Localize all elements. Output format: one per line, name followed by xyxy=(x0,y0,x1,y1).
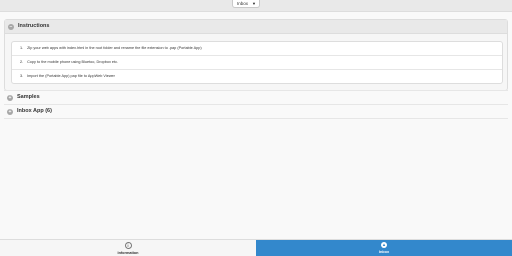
step-text: Copy to the mobile phone using Bluetoo, … xyxy=(27,60,119,64)
instructions-header[interactable]: − Instructions xyxy=(5,20,507,34)
step-number: 1. xyxy=(20,46,24,50)
step-text: Zip your web apps with index.html in the… xyxy=(27,46,202,50)
nav-information-label: Information xyxy=(117,251,139,255)
inbox-app-title: Inbox App (6) xyxy=(17,108,52,114)
instructions-title: Instructions xyxy=(18,23,50,29)
step-number: 3. xyxy=(20,74,24,78)
list-item: 3. Import the (Portable App) pap file to… xyxy=(12,70,502,83)
step-text: Import the (Portable App) pap file to Ap… xyxy=(27,74,115,78)
samples-section: + Samples xyxy=(4,90,508,104)
info-icon: i xyxy=(124,242,132,249)
nav-information-tab[interactable]: i Information xyxy=(0,240,256,256)
list-item: 1. Zip your web apps with index.html in … xyxy=(12,42,502,56)
top-bar: Inbox ▼ xyxy=(0,0,512,12)
chevron-down-icon: ▼ xyxy=(252,1,256,6)
instructions-section: − Instructions 1. Zip your web apps with… xyxy=(4,19,508,91)
step-number: 2. xyxy=(20,60,24,64)
samples-title: Samples xyxy=(17,94,40,100)
inbox-icon: ▴ xyxy=(381,242,387,248)
view-select[interactable]: Inbox ▼ xyxy=(232,0,260,8)
expand-plus-icon: + xyxy=(7,108,13,115)
instructions-list: 1. Zip your web apps with index.html in … xyxy=(11,41,503,84)
inbox-app-section: + Inbox App (6) xyxy=(4,104,508,119)
nav-inbox-tab[interactable]: ▴ Inbox xyxy=(256,240,512,256)
inbox-app-header[interactable]: + Inbox App (6) xyxy=(4,105,508,118)
nav-inbox-label: Inbox xyxy=(378,250,390,254)
view-select-value: Inbox xyxy=(237,1,249,6)
expand-plus-icon: + xyxy=(7,94,13,101)
bottom-navbar: i Information ▴ Inbox xyxy=(0,239,512,256)
list-item: 2. Copy to the mobile phone using Blueto… xyxy=(12,56,502,70)
samples-header[interactable]: + Samples xyxy=(4,91,508,104)
collapse-minus-icon: − xyxy=(8,23,14,30)
